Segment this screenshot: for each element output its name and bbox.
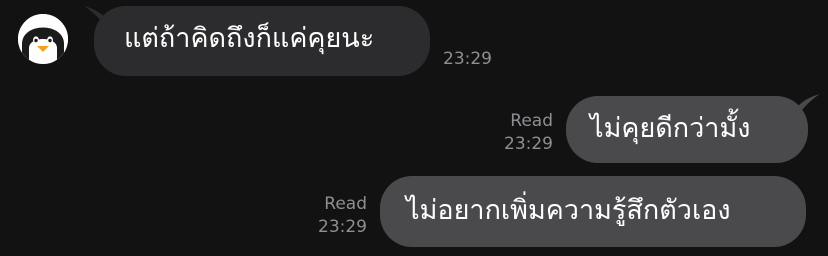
message-time: 23:29 (504, 134, 553, 154)
contact-avatar[interactable] (18, 14, 68, 64)
message-text: แต่ถ้าคิดถึงก็แค่คุยนะ (124, 23, 375, 54)
message-time: 23:29 (318, 217, 367, 237)
message-bubble-outgoing[interactable]: ไม่คุยดีกว่ามั้ง (566, 94, 820, 163)
message-bubble-outgoing[interactable]: ไม่อยากเพิ่มความรู้สึกตัวเอง (380, 176, 806, 247)
bubble-tail (84, 6, 106, 26)
bubble-tail (798, 94, 820, 114)
chat-thread: แต่ถ้าคิดถึงก็แค่คุยนะ 23:29 Read 23:29 … (0, 0, 828, 256)
message-time: 23:29 (443, 49, 492, 69)
read-receipt: Read (324, 194, 367, 214)
message-text: ไม่อยากเพิ่มความรู้สึกตัวเอง (406, 195, 731, 226)
read-receipt: Read (510, 111, 553, 131)
penguin-icon (18, 14, 68, 64)
message-bubble-incoming[interactable]: แต่ถ้าคิดถึงก็แค่คุยนะ (84, 6, 430, 76)
message-text: ไม่คุยดีกว่ามั้ง (590, 113, 751, 144)
